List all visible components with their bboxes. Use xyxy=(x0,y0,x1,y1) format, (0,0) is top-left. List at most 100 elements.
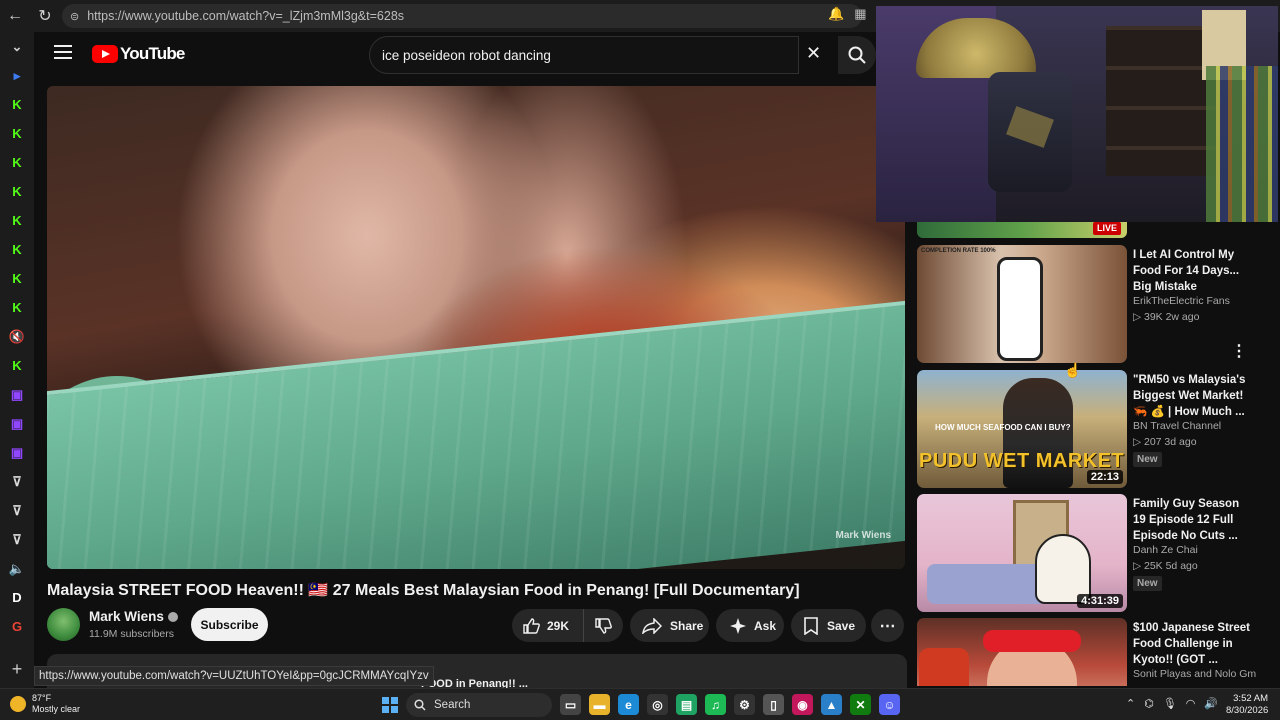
recommendation-item[interactable]: $100 Japanese Street Food Challenge in K… xyxy=(917,618,1257,686)
download-icon[interactable]: ⊽ xyxy=(0,467,34,496)
kick-icon[interactable]: K xyxy=(0,119,34,148)
sofa-shape xyxy=(927,564,1047,604)
recommendation-title[interactable]: "RM50 vs Malaysia's Biggest Wet Market! … xyxy=(1133,372,1253,420)
kick-icon[interactable]: K xyxy=(0,206,34,235)
like-dislike-group: 29K xyxy=(512,609,623,642)
taskbar-search[interactable]: Search xyxy=(406,693,552,717)
video-duration: 22:13 xyxy=(1086,470,1123,484)
settings-icon[interactable]: ⚙ xyxy=(734,694,755,715)
back-icon[interactable]: ← xyxy=(0,0,30,32)
twitch-icon[interactable]: ▣ xyxy=(0,409,34,438)
youtube-play-icon xyxy=(92,45,118,63)
twitch-icon[interactable]: ▣ xyxy=(0,438,34,467)
screen: ← ↻ ⊜ https://www.youtube.com/watch?v=_l… xyxy=(0,0,1280,720)
mouse-cursor-icon: ☝ xyxy=(1064,362,1082,378)
kick-icon[interactable]: K xyxy=(0,177,34,206)
clear-search-icon[interactable]: ✕ xyxy=(806,43,821,64)
maps-icon[interactable]: ◉ xyxy=(792,694,813,715)
google-icon[interactable]: G xyxy=(0,612,34,641)
link-status-bar: https://www.youtube.com/watch?v=UUZtUhTO… xyxy=(34,666,434,686)
youtube-logo[interactable]: YouTube xyxy=(92,44,185,64)
kick-icon[interactable]: K xyxy=(0,351,34,380)
channel-avatar[interactable] xyxy=(47,608,80,641)
recommendation-channel[interactable]: ErikTheElectric Fans xyxy=(1133,295,1257,307)
app-d-icon[interactable]: D xyxy=(0,583,34,612)
kick-icon[interactable]: K xyxy=(0,148,34,177)
kick-icon[interactable]: K xyxy=(0,264,34,293)
recommendation-live-thumb[interactable]: LIVE xyxy=(917,222,1127,238)
like-button[interactable]: 29K xyxy=(512,609,584,642)
chevron-up-icon[interactable]: ⌃ xyxy=(1126,697,1135,710)
xbox-icon[interactable]: ✕ xyxy=(850,694,871,715)
recommendation-channel[interactable]: Danh Ze Chai xyxy=(1133,544,1257,556)
download-icon[interactable]: ⊽ xyxy=(0,525,34,554)
recommendation-thumbnail[interactable]: 4:31:39 xyxy=(917,494,1127,612)
photos-icon[interactable]: ▲ xyxy=(821,694,842,715)
network-icon[interactable]: ⌬ xyxy=(1144,697,1154,710)
address-bar[interactable]: ⊜ https://www.youtube.com/watch?v=_lZjm3… xyxy=(62,4,862,28)
webcam-chair xyxy=(988,72,1072,192)
address-url: https://www.youtube.com/watch?v=_lZjm3mM… xyxy=(87,9,405,23)
sidebar-item-video-icon[interactable]: ▸ xyxy=(0,61,34,90)
recommendation-thumbnail[interactable] xyxy=(917,618,1127,686)
search-icon xyxy=(848,46,866,64)
temperature: 87°F xyxy=(32,693,52,703)
mute-icon[interactable]: 🔇 xyxy=(0,322,34,351)
clock-time: 3:52 AM xyxy=(1233,693,1268,704)
dislike-button[interactable] xyxy=(584,617,622,635)
twitch-icon[interactable]: ▣ xyxy=(0,380,34,409)
webcam-bottles xyxy=(1206,66,1278,222)
share-button[interactable]: Share xyxy=(630,609,709,642)
spotify-icon[interactable]: ♫ xyxy=(705,694,726,715)
volume-icon[interactable]: 🔊 xyxy=(1204,697,1218,710)
notepad-icon[interactable]: ▯ xyxy=(763,694,784,715)
windows-start-icon[interactable] xyxy=(382,697,398,713)
reload-icon[interactable]: ↻ xyxy=(30,0,60,32)
recommendation-item[interactable]: 4:31:39 Family Guy Season 19 Episode 12 … xyxy=(917,494,1257,612)
recommendation-title[interactable]: $100 Japanese Street Food Challenge in K… xyxy=(1133,620,1253,668)
recommendation-title[interactable]: I Let AI Control My Food For 14 Days... … xyxy=(1133,247,1253,295)
phone-shape xyxy=(997,257,1043,361)
recommendation-channel[interactable]: Sonit Playas and Nolo Gm... xyxy=(1133,668,1257,680)
more-vert-icon[interactable]: ⋮ xyxy=(1231,341,1247,361)
youtube-header: YouTube ice poseideon robot dancing ✕ xyxy=(34,32,876,78)
video-player[interactable]: Mark Wiens xyxy=(47,86,905,569)
recommendation-channel[interactable]: BN Travel Channel xyxy=(1133,420,1257,432)
search-input[interactable]: ice poseideon robot dancing xyxy=(369,36,799,74)
notification-icon[interactable]: 🔔 xyxy=(828,6,844,22)
site-info-icon[interactable]: ⊜ xyxy=(70,10,79,23)
recommendation-item[interactable]: HOW MUCH SEAFOOD CAN I BUY? PUDU WET MAR… xyxy=(917,370,1257,488)
subscriber-count: 11.9M subscribers xyxy=(89,628,175,640)
recommendation-thumbnail[interactable]: COMPLETION RATE 100% xyxy=(917,245,1127,363)
task-view-icon[interactable]: ▭ xyxy=(560,694,581,715)
menu-icon[interactable] xyxy=(54,45,72,59)
channel-name-link[interactable]: Mark Wiens xyxy=(89,609,178,624)
chrome-icon[interactable]: ◎ xyxy=(647,694,668,715)
search-button[interactable] xyxy=(838,36,876,74)
recommendation-title[interactable]: Family Guy Season 19 Episode 12 Full Epi… xyxy=(1133,496,1253,544)
add-icon[interactable]: + xyxy=(12,659,23,680)
discord-icon[interactable]: ☺ xyxy=(879,694,900,715)
kick-icon[interactable]: K xyxy=(0,293,34,322)
speaker-icon[interactable]: 🔈 xyxy=(0,554,34,583)
recommendation-thumbnail[interactable]: HOW MUCH SEAFOOD CAN I BUY? PUDU WET MAR… xyxy=(917,370,1127,488)
subscribe-button[interactable]: Subscribe xyxy=(191,608,268,641)
recommendation-item[interactable]: COMPLETION RATE 100% I Let AI Control My… xyxy=(917,245,1257,363)
weather-widget[interactable]: 87°F Mostly clear xyxy=(10,693,80,715)
mic-icon[interactable]: 🎙 xyxy=(1163,697,1177,710)
wifi-icon[interactable]: ◠ xyxy=(1186,697,1196,710)
download-icon[interactable]: ⊽ xyxy=(0,496,34,525)
kick-icon[interactable]: K xyxy=(0,90,34,119)
taskbar-search-label: Search xyxy=(434,699,471,711)
file-explorer-icon[interactable]: ▬ xyxy=(589,694,610,715)
more-actions-button[interactable]: ⋯ xyxy=(871,609,904,642)
ask-button[interactable]: Ask xyxy=(716,609,784,642)
save-button[interactable]: Save xyxy=(791,609,866,642)
apps-icon[interactable]: ▦ xyxy=(854,6,866,22)
collapse-icon[interactable]: ⌄ xyxy=(0,32,34,61)
sheets-icon[interactable]: ▤ xyxy=(676,694,697,715)
system-clock[interactable]: 3:52 AM 8/30/2026 xyxy=(1226,693,1268,717)
edge-icon[interactable]: e xyxy=(618,694,639,715)
bookmark-icon xyxy=(804,616,818,635)
kick-icon[interactable]: K xyxy=(0,235,34,264)
